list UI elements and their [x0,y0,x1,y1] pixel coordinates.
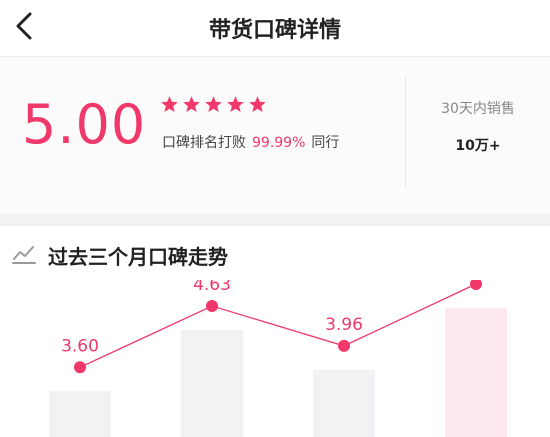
chart-bar [313,369,375,437]
section-gap [0,214,550,226]
chart-bar [49,391,111,437]
data-point [74,361,86,374]
trend-header: 过去三个月口碑走势 [0,226,550,286]
data-point [206,300,218,313]
data-label: 3.96 [325,315,363,335]
nav-bar: 带货口碑详情 [0,0,550,57]
star-icon [249,96,266,113]
rank-prefix: 口碑排名打败 [162,135,246,151]
chart-bar [181,330,243,437]
trend-title: 过去三个月口碑走势 [48,245,228,269]
rank-line: 口碑排名打败 99.99% 同行 [162,132,339,152]
rank-suffix: 同行 [311,135,340,151]
divider [405,77,406,187]
chart-bar [445,308,507,437]
rank-percent: 99.99% [252,135,306,151]
star-rating [160,95,267,115]
series-line [79,283,477,368]
sales-value: 10万+ [455,138,501,154]
data-point [338,339,350,352]
star-icon [183,96,200,113]
data-point [470,280,482,290]
score-summary: 5.00 口碑排名打败 99.99% 同行 30天内销售 10万+ [0,57,550,214]
data-label: 3.60 [61,336,99,356]
star-icon [205,96,222,113]
trend-chart: 3.604.633.965.00 [49,280,507,437]
trend-line-icon [12,246,36,264]
page-title: 带货口碑详情 [208,18,341,43]
score-value: 5.00 [22,93,147,156]
sales-label: 30天内销售 [441,101,515,117]
data-label: 4.63 [193,280,231,295]
star-icon [161,96,178,113]
star-icon [227,96,244,113]
